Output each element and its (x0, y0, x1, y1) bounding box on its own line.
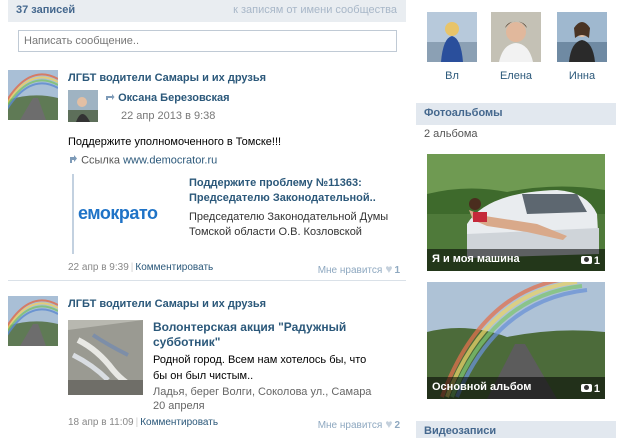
link-preview-logo[interactable]: емократо (72, 174, 179, 254)
wall-post-count: 37 записей (16, 4, 76, 16)
event-photo[interactable] (68, 320, 143, 395)
wall: 37 записей к записям от имени сообщества… (0, 0, 406, 438)
group-avatar[interactable] (8, 70, 58, 120)
post-meta: 18 апр в 11:09 | Комментировать (68, 417, 218, 428)
camera-icon (580, 384, 592, 393)
friend-name[interactable]: Елена (490, 70, 542, 82)
album-title: Я и моя машина (427, 249, 605, 271)
album-title: Основной альбом (427, 377, 605, 399)
wall-post: ЛГБТ водители Самары и их друзья Оксана … (8, 70, 406, 281)
post-date[interactable]: 22 апр в 9:39 (68, 262, 129, 273)
comment-button[interactable]: Комментировать (135, 262, 213, 273)
heart-icon: ♥ (385, 417, 393, 431)
event-title[interactable]: Волонтерская акция "Радужный субботник" (153, 320, 353, 350)
link-prefix: Ссылка (81, 154, 121, 167)
link-url[interactable]: www.democrator.ru (123, 154, 217, 166)
post-composer-input[interactable]: Написать сообщение.. (18, 30, 397, 52)
event-location: Ладья, берег Волги, Соколова ул., Самара (153, 386, 372, 398)
sidebar: Вл Елена Инна Фотоальбомы 2 альбома Я и … (416, 0, 626, 438)
owner-posts-link[interactable]: к записям от имени сообщества (233, 4, 397, 16)
like-count: 1 (394, 265, 400, 276)
like-button[interactable]: Мне нравится ♥ 1 (318, 262, 400, 276)
meta-divider: | (130, 262, 134, 273)
like-button[interactable]: Мне нравится ♥ 2 (318, 417, 400, 431)
friend-avatar[interactable] (427, 12, 477, 62)
like-count: 2 (394, 420, 400, 431)
albums-count[interactable]: 2 альбома (424, 128, 478, 140)
like-label: Мне нравится (317, 265, 383, 276)
album-card[interactable]: Я и моя машина 1 (427, 154, 605, 271)
album-photo-count: 1 (580, 255, 600, 267)
post-author[interactable]: ЛГБТ водители Самары и их друзья (68, 298, 266, 310)
link-arrow-icon (68, 154, 78, 167)
post-divider (8, 280, 406, 281)
link-preview-description: Председателю Законодательной Думы Томско… (189, 211, 389, 238)
album-photo-count: 1 (580, 383, 600, 395)
videos-header[interactable]: Видеозаписи (416, 421, 616, 438)
event-description: Родной город. Всем нам хотелось бы, что … (153, 354, 367, 382)
meta-divider: | (135, 417, 139, 428)
heart-icon: ♥ (385, 262, 393, 276)
repost-author-avatar[interactable] (68, 90, 98, 122)
album-photo-count-value: 1 (593, 383, 600, 395)
post-author[interactable]: ЛГБТ водители Самары и их друзья (68, 72, 266, 84)
group-avatar[interactable] (8, 296, 58, 346)
repost-author-name-text[interactable]: Оксана Березовская (118, 92, 230, 104)
album-card[interactable]: Основной альбом 1 (427, 282, 605, 399)
camera-icon (580, 256, 592, 265)
comment-button[interactable]: Комментировать (140, 417, 218, 428)
friend-avatar[interactable] (557, 12, 607, 62)
friend-name[interactable]: Инна (556, 70, 608, 82)
albums-header[interactable]: Фотоальбомы (416, 103, 616, 125)
friend-name[interactable]: Вл (426, 70, 478, 82)
link-preview[interactable]: емократо Поддержите проблему №11363: Пре… (72, 174, 406, 254)
event-date: 20 апреля (153, 400, 205, 412)
post-date[interactable]: 18 апр в 11:09 (68, 417, 134, 428)
album-photo-count-value: 1 (593, 255, 600, 267)
friend-item[interactable]: Елена (490, 12, 542, 82)
repost-arrow-icon (105, 92, 115, 104)
friend-avatar[interactable] (491, 12, 541, 62)
repost-date[interactable]: 22 апр 2013 в 9:38 (121, 110, 215, 122)
repost-author-name[interactable]: Оксана Березовская (105, 92, 230, 104)
post-text: Поддержите уполномоченного в Томске!!! (68, 136, 282, 148)
post-link[interactable]: Ссылка www.democrator.ru (68, 154, 217, 167)
wall-header: 37 записей к записям от имени сообщества (8, 0, 406, 22)
link-preview-logo-text: емократо (78, 203, 158, 223)
like-label: Мне нравится (317, 420, 383, 431)
friend-item[interactable]: Вл (426, 12, 478, 82)
link-preview-title[interactable]: Поддержите проблему №11363: Председателю… (189, 176, 399, 206)
friend-item[interactable]: Инна (556, 12, 608, 82)
wall-post: ЛГБТ водители Самары и их друзья Волонте… (8, 296, 406, 438)
post-meta: 22 апр в 9:39 | Комментировать (68, 262, 213, 273)
